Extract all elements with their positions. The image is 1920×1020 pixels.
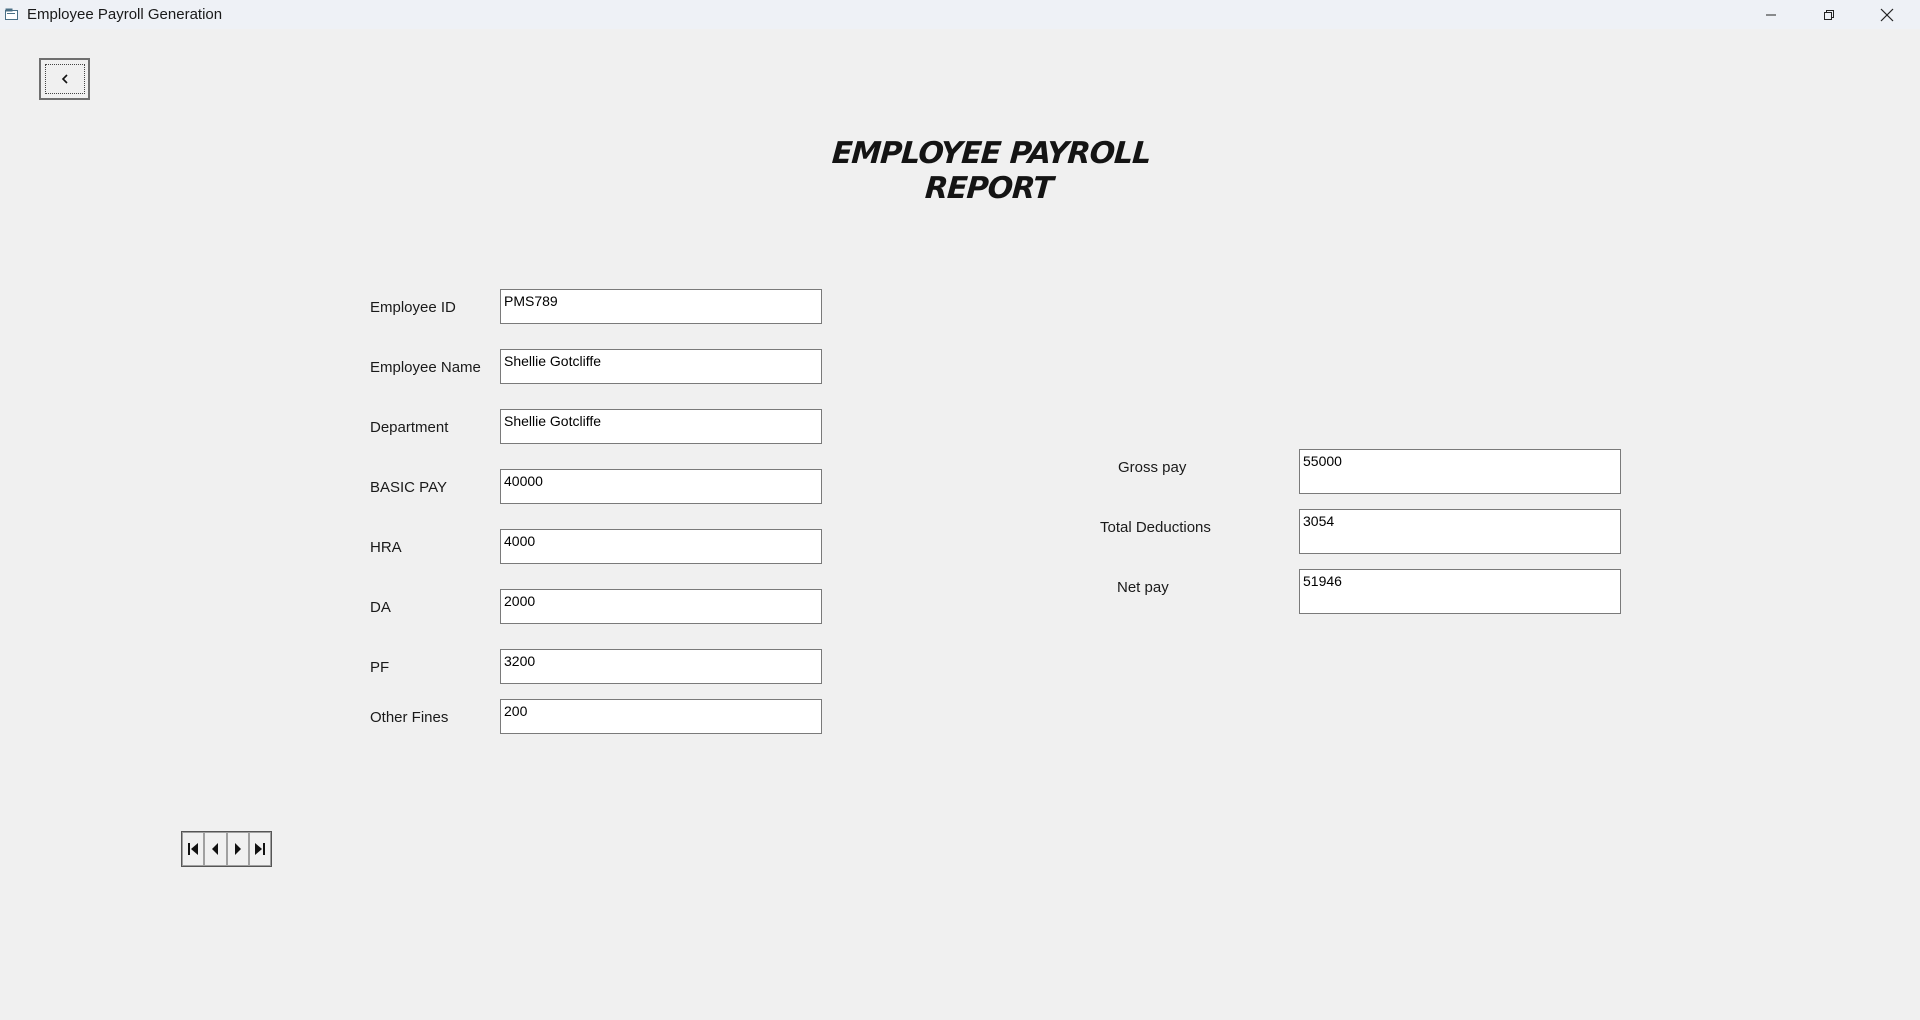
chevron-left-icon	[61, 74, 68, 84]
back-button-focus	[44, 64, 85, 94]
previous-record-icon	[212, 843, 219, 855]
pf-label: PF	[370, 659, 390, 676]
previous-record-button[interactable]	[204, 832, 227, 866]
payroll-window: Employee Payroll Generation EMPLOYEE PAY…	[0, 0, 1920, 1020]
title-bar: Employee Payroll Generation	[0, 0, 1920, 29]
last-record-button[interactable]	[248, 832, 271, 866]
total-deductions-field[interactable]: 3054	[1299, 509, 1621, 554]
net-pay-label: Net pay	[1117, 579, 1169, 596]
employee-name-field[interactable]: Shellie Gotcliffe	[500, 349, 822, 384]
report-title: EMPLOYEE PAYROLL REPORT	[830, 136, 1152, 206]
next-record-button[interactable]	[226, 832, 249, 866]
total-deductions-label: Total Deductions	[1100, 519, 1211, 536]
restore-icon	[1824, 9, 1834, 20]
first-record-icon	[188, 843, 199, 855]
department-field[interactable]: Shellie Gotcliffe	[500, 409, 822, 444]
gross-pay-field[interactable]: 55000	[1299, 449, 1621, 494]
hra-field[interactable]: 4000	[500, 529, 822, 564]
other-fines-label: Other Fines	[370, 709, 449, 726]
department-label: Department	[370, 419, 449, 436]
hra-label: HRA	[370, 539, 402, 556]
da-label: DA	[370, 599, 391, 616]
next-record-icon	[234, 843, 241, 855]
record-navigator	[181, 831, 272, 867]
pf-field[interactable]: 3200	[500, 649, 822, 684]
app-icon	[5, 8, 18, 20]
net-pay-field[interactable]: 51946	[1299, 569, 1621, 614]
other-fines-field[interactable]: 200	[500, 699, 822, 734]
gross-pay-label: Gross pay	[1118, 459, 1187, 476]
restore-button[interactable]	[1800, 0, 1858, 29]
minimize-icon	[1766, 14, 1776, 15]
window-title: Employee Payroll Generation	[27, 6, 223, 23]
minimize-button[interactable]	[1742, 0, 1800, 29]
employee-id-field[interactable]: PMS789	[500, 289, 822, 324]
first-record-button[interactable]	[182, 832, 205, 866]
back-button[interactable]	[39, 58, 90, 100]
basic-pay-field[interactable]: 40000	[500, 469, 822, 504]
last-record-icon	[254, 843, 265, 855]
close-icon	[1880, 8, 1894, 21]
basic-pay-label: BASIC PAY	[370, 479, 447, 496]
da-field[interactable]: 2000	[500, 589, 822, 624]
employee-name-label: Employee Name	[370, 359, 481, 376]
close-button[interactable]	[1858, 0, 1916, 29]
employee-id-label: Employee ID	[370, 299, 456, 316]
